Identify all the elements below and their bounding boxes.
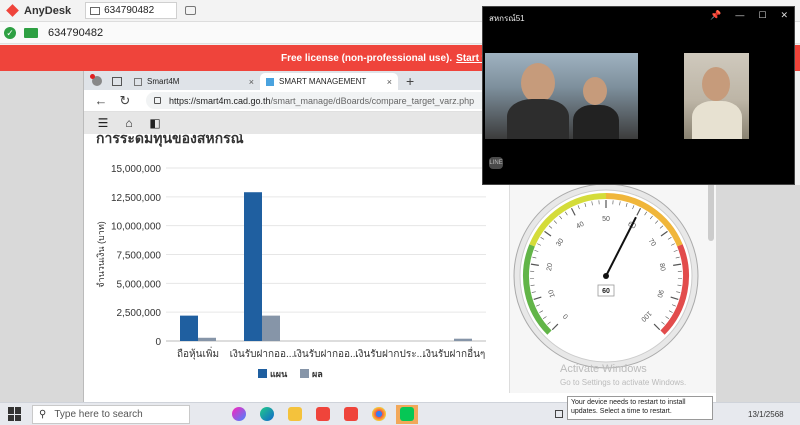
windows-start-icon[interactable] <box>8 407 22 421</box>
bar-actual <box>262 315 280 341</box>
participant-face <box>702 67 730 101</box>
legend-label: ผล <box>312 369 323 379</box>
bar-chart: 0 2,500,000 5,000,000 7,500,000 10,000,000 12… <box>96 164 486 379</box>
page-scrollbar[interactable] <box>708 181 714 241</box>
taskbar-anydesk-icon-2[interactable] <box>340 405 362 424</box>
home-icon[interactable]: ⌂ <box>122 116 136 130</box>
x-tick-label: เงินรับฝากออ... <box>294 349 359 360</box>
maximize-icon[interactable]: ☐ <box>758 10 766 21</box>
video-call-window[interactable]: สหกรณ์51 📌 — ☐ ✕ LINE <box>482 6 795 185</box>
tray-date: 13/1/2568 <box>748 410 784 419</box>
gauge-needle-hub <box>603 273 609 279</box>
remote-desktop-background <box>0 71 83 402</box>
close-icon[interactable]: ✕ <box>780 10 788 21</box>
search-icon: ⚲ <box>39 408 47 420</box>
taskbar-chrome-icon[interactable] <box>368 405 390 424</box>
legend-label: แผน <box>270 369 288 379</box>
taskbar-search-box[interactable]: ⚲ Type here to search <box>32 404 190 424</box>
reload-icon[interactable]: ↻ <box>118 93 132 109</box>
x-tick-label: ถือหุ้นเพิ่ม <box>177 346 219 360</box>
page-title: การระดมทุนของสหกรณ์ <box>84 134 504 148</box>
gauge-chart: 010203040506070809010060 <box>513 183 699 369</box>
remote-address-field[interactable]: 634790482 <box>48 27 103 39</box>
bar-actual <box>454 338 472 341</box>
video-feed-secondary <box>684 53 749 139</box>
connected-check-icon: ✓ <box>4 26 16 39</box>
gauge-panel: 010203040506070809010060 <box>509 177 716 393</box>
y-tick-label: 12,500,000 <box>111 193 161 204</box>
participant-face <box>583 77 607 105</box>
session-tab-id: 634790482 <box>104 5 155 16</box>
video-call-title: สหกรณ์51 <box>489 14 525 23</box>
tab-label: SMART MANAGEMENT <box>279 77 367 86</box>
minimize-icon[interactable]: — <box>735 10 744 21</box>
close-tab-icon[interactable]: × <box>249 77 254 87</box>
y-tick-label: 10,000,000 <box>111 222 161 233</box>
back-to-menu-icon[interactable]: ◧ <box>148 116 162 130</box>
restart-notification[interactable]: Your device needs to restart to install … <box>567 396 713 420</box>
x-tick-label: เงินรับฝากอื่นๆ <box>423 346 486 360</box>
search-placeholder: Type here to search <box>54 408 143 420</box>
taskbar-file-explorer-icon[interactable] <box>284 405 306 424</box>
profile-avatar-icon[interactable] <box>90 74 102 86</box>
notification-icon[interactable] <box>555 410 563 418</box>
y-tick-label: 0 <box>155 337 161 348</box>
url-path: /smart_manage/dBoards/compare_target_var… <box>270 95 475 106</box>
legend-swatch <box>258 369 267 378</box>
monitor-icon <box>90 6 101 15</box>
anydesk-session-tab[interactable]: 634790482 <box>85 2 178 19</box>
y-axis-label: จำนวนเงิน (บาท) <box>96 221 106 288</box>
gauge-tick-label: 50 <box>602 216 610 223</box>
bar-plan <box>244 192 262 341</box>
x-tick-label: เงินรับฝากออ... <box>230 349 295 360</box>
close-tab-icon[interactable]: × <box>387 77 392 87</box>
video-feed-main <box>485 53 638 139</box>
taskbar-copilot-icon[interactable] <box>228 405 250 424</box>
tab-label: Smart4M <box>147 77 180 86</box>
site-info-icon[interactable] <box>154 97 161 104</box>
hamburger-menu-icon[interactable]: ☰ <box>96 116 110 130</box>
gauge-tick-label: 20 <box>546 263 554 272</box>
url-host: https://smart4m.cad.go.th <box>169 95 271 106</box>
y-tick-label: 5,000,000 <box>117 279 162 290</box>
tab-actions-icon[interactable] <box>112 77 122 86</box>
activate-windows-title: Activate Windows <box>560 363 647 375</box>
gauge-tick-label: 80 <box>658 263 666 272</box>
bar-chart-panel: 0 2,500,000 5,000,000 7,500,000 10,000,000 12… <box>86 155 491 393</box>
tab-smart4m[interactable]: Smart4M × <box>128 73 260 90</box>
chat-icon[interactable] <box>185 6 197 15</box>
participant-face <box>521 63 555 103</box>
remote-monitor-icon[interactable] <box>24 27 38 38</box>
page-title-text: การระดมทุนของสหกรณ์ <box>96 134 244 146</box>
back-arrow-icon[interactable]: ← <box>94 93 108 108</box>
participant-body <box>692 101 742 139</box>
smart-favicon-icon <box>266 77 274 86</box>
y-tick-label: 15,000,000 <box>111 164 161 175</box>
participant-body <box>507 99 569 139</box>
pin-icon[interactable]: 📌 <box>710 10 721 21</box>
taskbar-line-icon[interactable] <box>396 404 418 424</box>
participant-body <box>573 105 619 139</box>
y-tick-label: 7,500,000 <box>117 251 162 262</box>
activate-windows-subtitle: Go to Settings to activate Windows. <box>560 378 687 387</box>
bar-actual <box>198 337 216 341</box>
bar-plan <box>180 315 198 341</box>
line-app-icon: LINE <box>489 157 503 169</box>
remote-desktop-background-right <box>716 185 800 402</box>
anydesk-logo-icon <box>6 4 20 18</box>
taskbar-anydesk-icon[interactable] <box>312 405 334 424</box>
window-controls: 📌 — ☐ ✕ <box>710 10 788 21</box>
x-tick-label: เงินรับฝากประ... <box>355 349 425 360</box>
page-favicon-icon <box>134 77 142 86</box>
y-tick-label: 2,500,000 <box>117 308 162 319</box>
anydesk-app-name: AnyDesk <box>24 4 72 17</box>
tab-smart-management[interactable]: SMART MANAGEMENT × <box>260 73 398 90</box>
gauge-value-label: 60 <box>602 288 610 295</box>
legend-swatch <box>300 369 309 378</box>
new-tab-button[interactable]: + <box>406 73 414 89</box>
taskbar-edge-icon[interactable] <box>256 405 278 424</box>
license-banner-text: Free license (non-professional use). <box>281 52 453 64</box>
